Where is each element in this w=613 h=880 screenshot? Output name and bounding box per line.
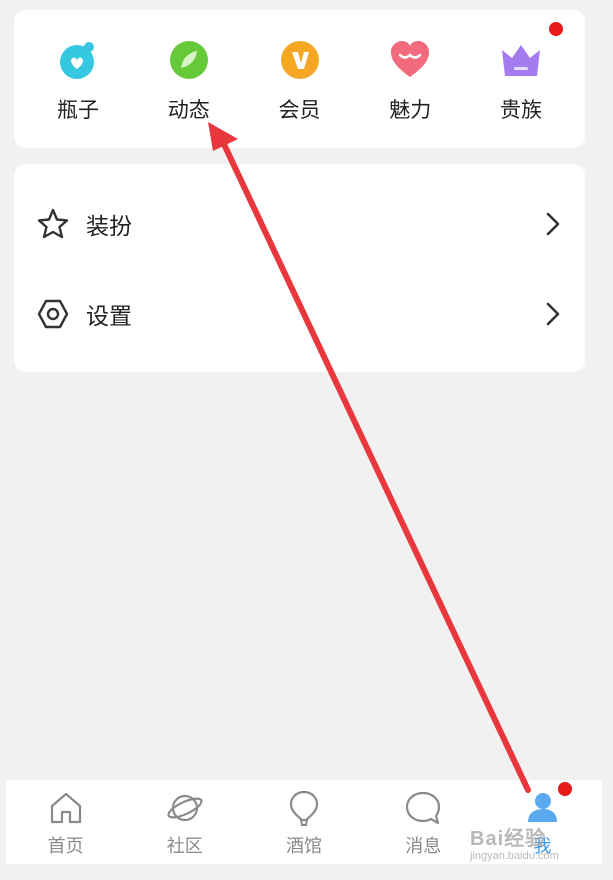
watermark-url: jingyan.baidu.com	[470, 850, 559, 862]
quick-entry-label: 瓶子	[57, 98, 99, 122]
tab-community[interactable]: 社区	[125, 780, 244, 864]
vip-icon	[278, 38, 322, 82]
balloon-icon	[289, 790, 319, 826]
moments-icon	[167, 38, 211, 82]
quick-entry-vip[interactable]: 会员	[246, 10, 354, 148]
quick-entry-noble[interactable]: 贵族	[467, 10, 575, 148]
watermark-logo: Bai经验	[470, 828, 547, 850]
star-icon	[37, 208, 69, 239]
tab-tavern[interactable]: 酒馆	[244, 780, 363, 864]
tab-messages[interactable]: 消息	[364, 780, 483, 864]
quick-entry-label: 贵族	[500, 98, 542, 122]
heart-icon	[388, 38, 432, 82]
notification-dot	[558, 782, 573, 796]
quick-entry-bottle[interactable]: 瓶子	[24, 10, 132, 148]
menu-item-settings[interactable]: 设置	[14, 268, 585, 360]
quick-entry-card: 瓶子 动态 会员 魅力 贵族	[14, 10, 585, 148]
bottle-icon	[56, 38, 100, 82]
chevron-right-icon	[546, 302, 560, 326]
planet-icon	[167, 794, 203, 822]
menu-card: 装扮 设置	[14, 164, 585, 372]
quick-entry-label: 动态	[167, 98, 210, 122]
notification-dot	[549, 22, 563, 36]
message-icon	[406, 791, 441, 825]
quick-entry-label: 魅力	[389, 98, 432, 122]
tab-label: 酒馆	[286, 836, 322, 857]
quick-entry-charm[interactable]: 魅力	[356, 10, 464, 148]
settings-icon	[37, 299, 69, 329]
quick-entry-label: 会员	[278, 98, 321, 122]
tab-label: 首页	[47, 836, 84, 857]
crown-icon	[499, 38, 543, 82]
chevron-right-icon	[546, 212, 560, 236]
menu-item-label: 设置	[86, 304, 132, 330]
tab-label: 社区	[166, 836, 203, 857]
menu-item-label: 装扮	[86, 214, 132, 240]
profile-page: 瓶子 动态 会员 魅力 贵族 装扮 设置 首页 社区 酒馆 消息 我 Bai经验…	[0, 0, 613, 880]
menu-item-dress-up[interactable]: 装扮	[14, 178, 585, 270]
home-icon	[50, 792, 81, 824]
quick-entry-moments[interactable]: 动态	[135, 10, 243, 148]
tab-home[interactable]: 首页	[6, 780, 125, 864]
tab-label: 消息	[405, 836, 442, 857]
